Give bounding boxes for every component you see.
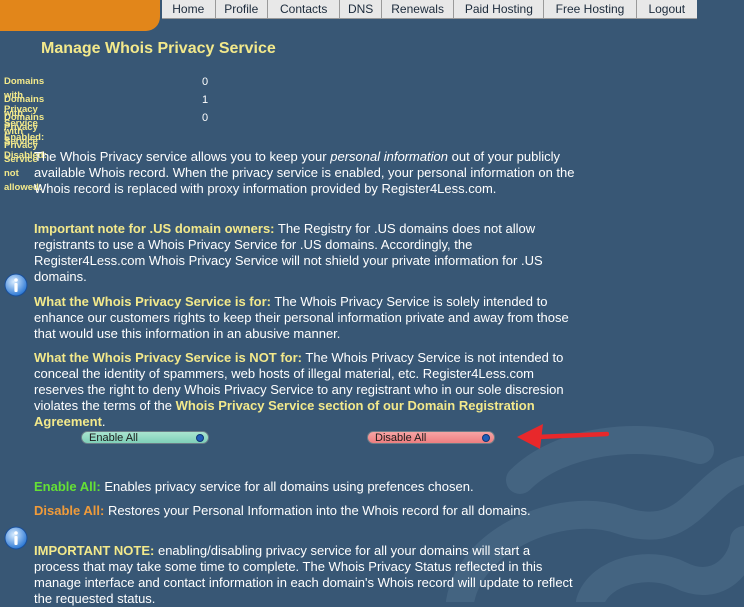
enable-all-label: Enable All [89,432,138,444]
stat-value: 0 [202,112,209,124]
nav-home[interactable]: Home [162,0,216,18]
stat-value: 0 [202,76,209,88]
nav-logout[interactable]: Logout [637,0,697,18]
stat-value: 1 [202,94,209,106]
nav-renewals[interactable]: Renewals [382,0,455,18]
top-bar: Home Profile Contacts DNS Renewals Paid … [0,0,744,31]
main-nav: Home Profile Contacts DNS Renewals Paid … [162,0,697,19]
not-for-heading: What the Whois Privacy Service is NOT fo… [34,350,303,365]
nav-free-hosting[interactable]: Free Hosting [544,0,637,18]
disable-help-heading: Disable All: [34,503,105,518]
disable-all-help: Disable All: Restores your Personal Info… [34,503,579,519]
brand-tab [0,0,160,31]
nav-contacts[interactable]: Contacts [268,0,341,18]
not-for-end: . [101,414,106,429]
service-not-for-paragraph: What the Whois Privacy Service is NOT fo… [34,350,579,430]
disable-all-button[interactable]: Disable All [367,431,495,444]
intro-paragraph: The Whois Privacy service allows you to … [34,149,579,197]
nav-profile[interactable]: Profile [216,0,269,18]
nav-dns[interactable]: DNS [340,0,382,18]
service-purpose-paragraph: What the Whois Privacy Service is for: T… [34,294,579,342]
enable-help-text: Enables privacy service for all domains … [100,479,474,494]
important-note: IMPORTANT NOTE: enabling/disabling priva… [34,543,579,607]
enable-all-button[interactable]: Enable All [81,431,209,444]
page-title: Manage Whois Privacy Service [41,40,276,57]
us-note-paragraph: Important note for .US domain owners: Th… [34,221,579,285]
disable-all-label: Disable All [375,432,427,444]
important-note-heading: IMPORTANT NOTE: [34,543,155,558]
enable-all-help: Enable All: Enables privacy service for … [34,479,579,495]
enable-help-heading: Enable All: [34,479,101,494]
purpose-heading: What the Whois Privacy Service is for: [34,294,271,309]
intro-text: The Whois Privacy service allows you to … [34,149,331,164]
intro-emphasis: personal information [330,149,449,164]
us-note-heading: Important note for .US domain owners: [34,221,275,236]
disable-dot-icon [482,434,490,442]
nav-paid-hosting[interactable]: Paid Hosting [454,0,545,18]
enable-dot-icon [196,434,204,442]
red-arrow-icon [517,424,609,449]
disable-help-text: Restores your Personal Information into … [104,503,531,518]
info-icon [4,526,28,550]
info-icon [4,273,28,297]
